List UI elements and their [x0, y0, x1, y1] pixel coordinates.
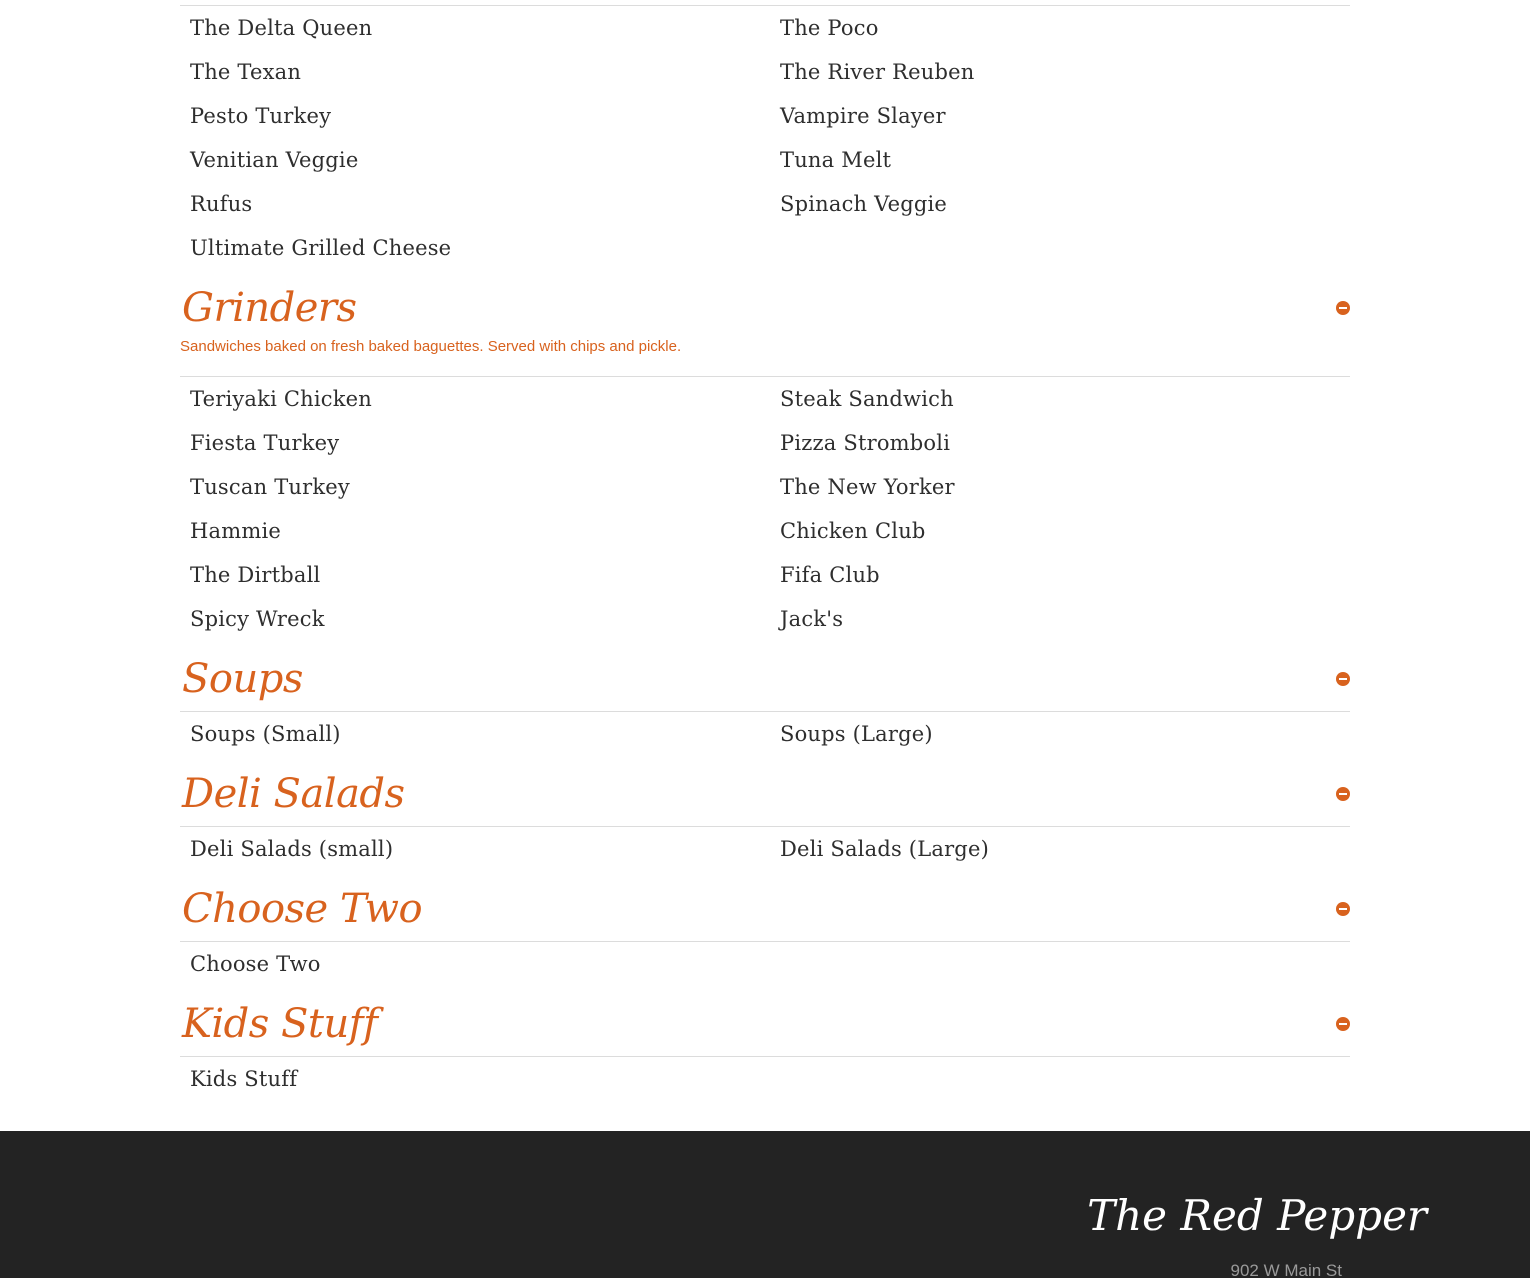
section-divider	[180, 5, 1350, 6]
collapse-minus-icon[interactable]	[1336, 1017, 1350, 1031]
menu-item[interactable]: Deli Salads (small)	[190, 836, 393, 862]
menu-item[interactable]: The River Reuben	[780, 59, 975, 85]
menu-item[interactable]: Soups (Large)	[780, 721, 933, 747]
menu-item[interactable]: Ultimate Grilled Cheese	[190, 235, 451, 261]
menu-item[interactable]: Deli Salads (Large)	[780, 836, 989, 862]
menu-item[interactable]: Pesto Turkey	[190, 103, 331, 129]
menu-item[interactable]: Spinach Veggie	[780, 191, 947, 217]
menu-item[interactable]: Jack's	[780, 606, 843, 632]
menu-item[interactable]: Tuscan Turkey	[190, 474, 350, 500]
menu-item[interactable]: Fifa Club	[780, 562, 880, 588]
menu-item[interactable]: Vampire Slayer	[780, 103, 946, 129]
section-title-grinders: Grinders	[182, 285, 357, 331]
footer-brand-name: The Red Pepper	[1087, 1191, 1427, 1240]
section-divider	[180, 1056, 1350, 1057]
collapse-minus-icon[interactable]	[1336, 787, 1350, 801]
section-divider	[180, 941, 1350, 942]
menu-item[interactable]: Spicy Wreck	[190, 606, 325, 632]
section-divider	[180, 376, 1350, 377]
menu-item[interactable]: The Delta Queen	[190, 15, 372, 41]
section-title-choose-two: Choose Two	[182, 886, 423, 932]
site-footer: The Red Pepper 902 W Main St	[0, 1131, 1530, 1278]
menu-item[interactable]: Steak Sandwich	[780, 386, 954, 412]
collapse-minus-icon[interactable]	[1336, 672, 1350, 686]
menu-item[interactable]: Tuna Melt	[780, 147, 891, 173]
menu-item[interactable]: Hammie	[190, 518, 281, 544]
menu-item[interactable]: The Texan	[190, 59, 301, 85]
section-title-kids-stuff: Kids Stuff	[182, 1001, 378, 1047]
menu-item[interactable]: Fiesta Turkey	[190, 430, 339, 456]
menu-item[interactable]: Teriyaki Chicken	[190, 386, 372, 412]
menu-item[interactable]: Rufus	[190, 191, 252, 217]
section-title-soups: Soups	[182, 656, 303, 702]
menu-item[interactable]: The Dirtball	[190, 562, 320, 588]
collapse-minus-icon[interactable]	[1336, 902, 1350, 916]
section-title-deli-salads: Deli Salads	[182, 771, 405, 817]
menu-item[interactable]: Venitian Veggie	[190, 147, 358, 173]
menu-item[interactable]: Pizza Stromboli	[780, 430, 950, 456]
section-divider	[180, 826, 1350, 827]
section-description-grinders: Sandwiches baked on fresh baked baguette…	[180, 338, 682, 355]
menu-item[interactable]: Soups (Small)	[190, 721, 341, 747]
menu-item[interactable]: The Poco	[780, 15, 879, 41]
footer-address: 902 W Main St	[1230, 1261, 1343, 1278]
menu-item[interactable]: Kids Stuff	[190, 1066, 297, 1092]
menu-item[interactable]: Choose Two	[190, 951, 321, 977]
section-divider	[180, 711, 1350, 712]
menu-item[interactable]: The New Yorker	[780, 474, 955, 500]
menu-item[interactable]: Chicken Club	[780, 518, 926, 544]
collapse-minus-icon[interactable]	[1336, 301, 1350, 315]
